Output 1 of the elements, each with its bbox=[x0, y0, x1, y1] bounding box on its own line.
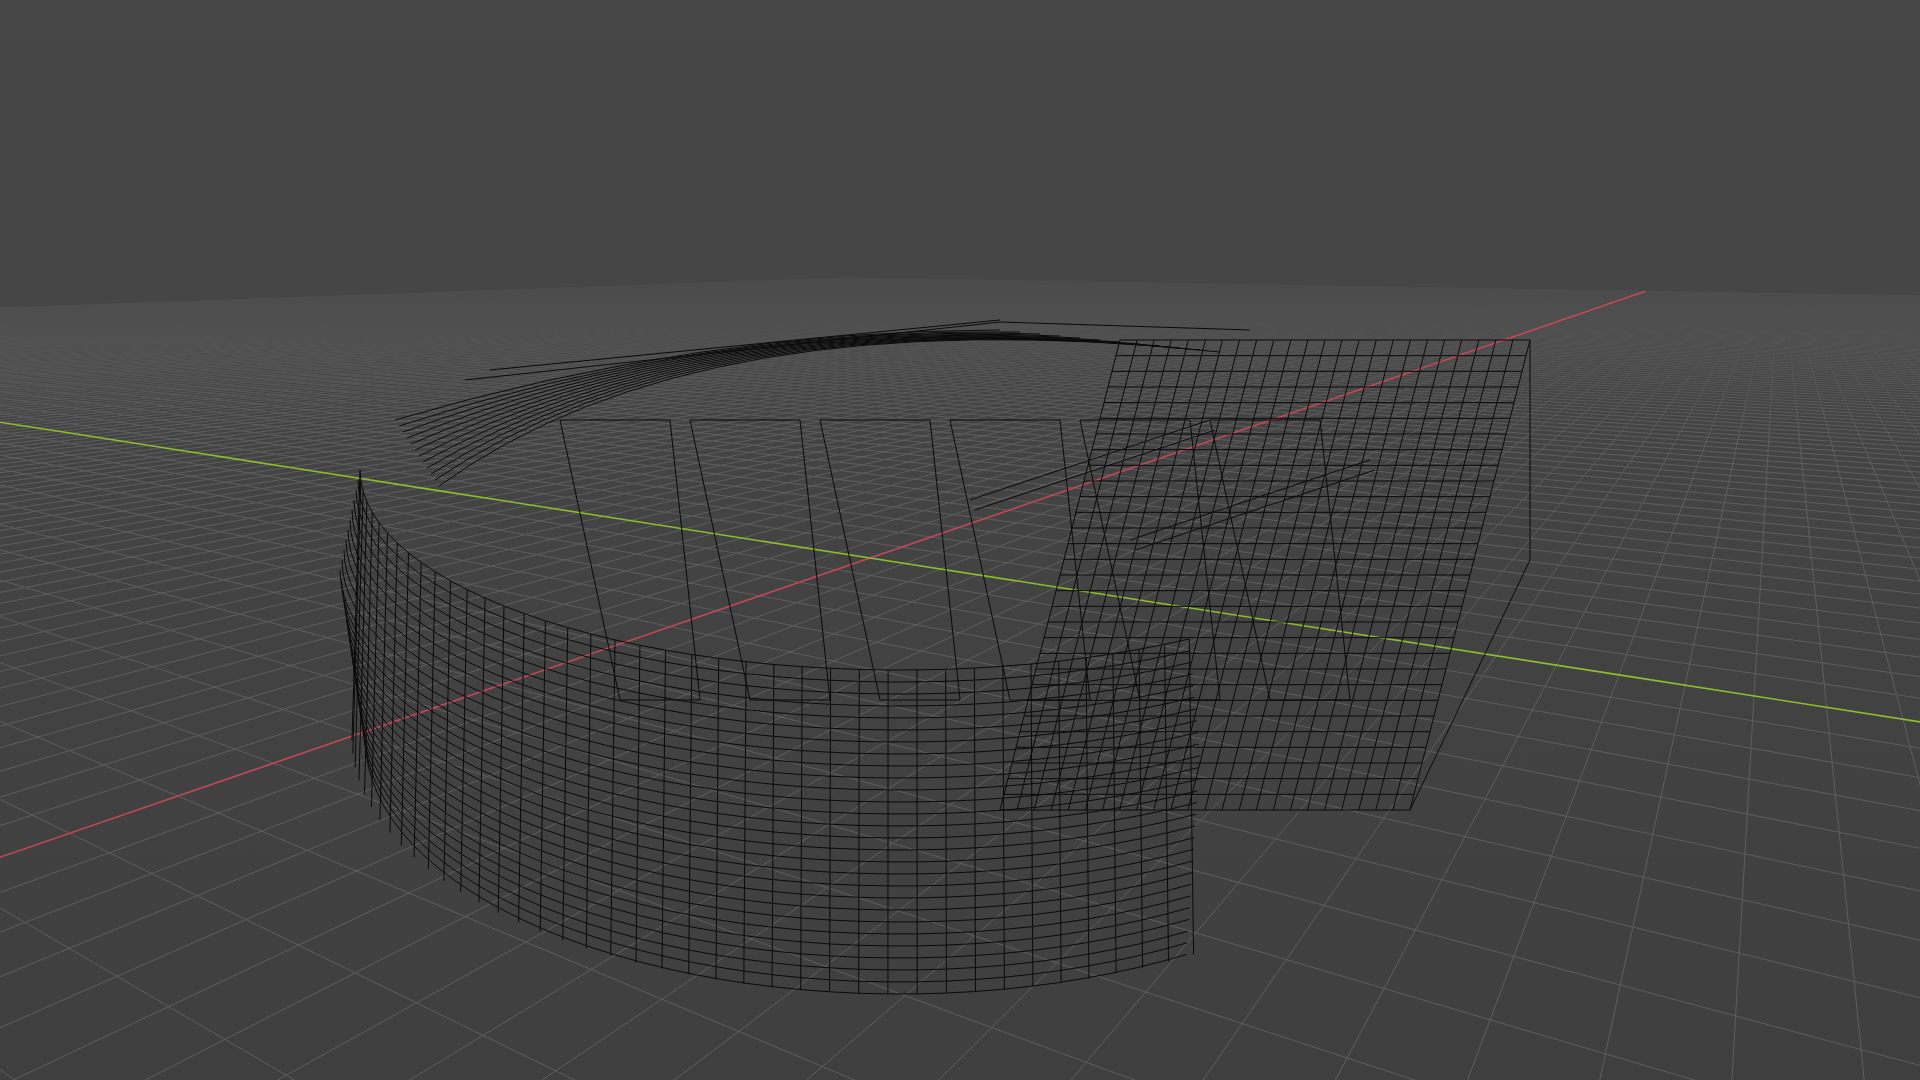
3d-viewport[interactable] bbox=[0, 0, 1920, 1080]
